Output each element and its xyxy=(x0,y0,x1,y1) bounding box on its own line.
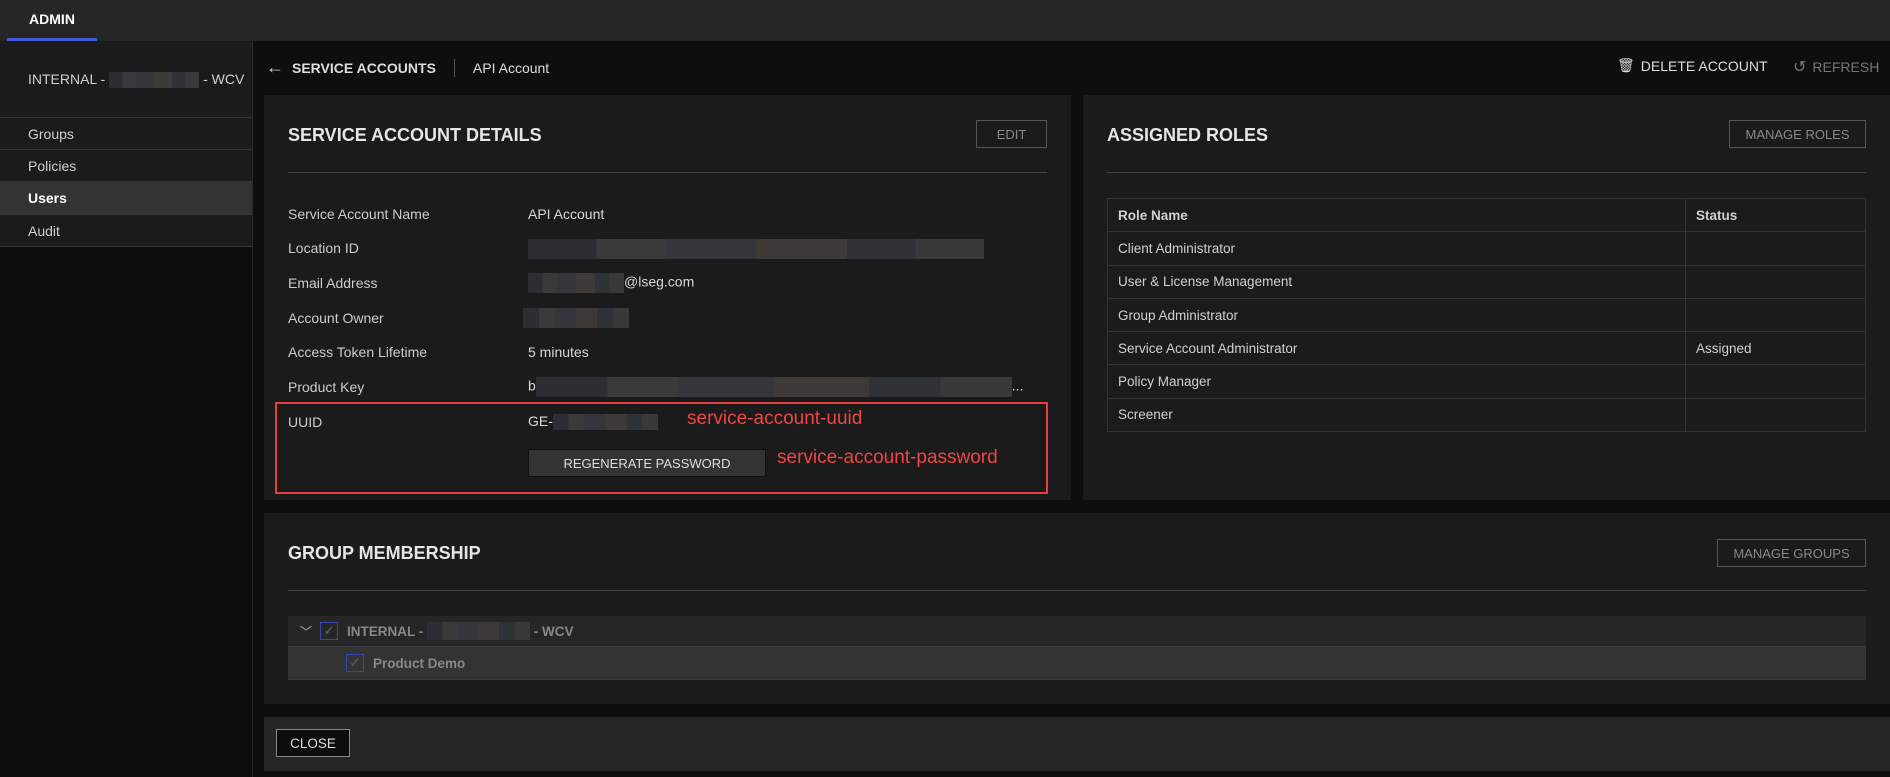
close-button[interactable]: CLOSE xyxy=(276,729,350,757)
label-product-key: Product Key xyxy=(288,379,365,395)
edit-button[interactable]: EDIT xyxy=(976,120,1047,148)
label-location-id: Location ID xyxy=(288,240,359,256)
roles-table: Role Name Status Client Administrator Use… xyxy=(1107,197,1866,433)
role-status xyxy=(1685,297,1866,333)
value-product-key: b... xyxy=(528,377,1023,397)
annotation-uuid: service-account-uuid xyxy=(687,408,863,429)
group-name-prefix: INTERNAL - xyxy=(347,623,424,639)
label-name: Service Account Name xyxy=(288,206,430,222)
group-checkbox[interactable]: ✓ xyxy=(346,654,364,672)
email-domain: @lseg.com xyxy=(624,273,695,290)
roles-title: ASSIGNED ROLES xyxy=(1107,125,1269,145)
col-role-name: Role Name xyxy=(1107,197,1686,233)
role-status xyxy=(1685,264,1866,299)
annotation-password: service-account-password xyxy=(777,447,998,468)
value-name: API Account xyxy=(528,206,605,222)
table-header: Role Name Status xyxy=(1107,197,1866,233)
group-name-suffix: - WCV xyxy=(533,623,574,639)
value-token-lifetime: 5 minutes xyxy=(528,344,589,360)
details-title: SERVICE ACCOUNT DETAILS xyxy=(288,125,542,145)
top-bar: ADMIN xyxy=(0,0,1890,41)
org-suffix: - WCV xyxy=(203,71,245,87)
sidebar-item-users[interactable]: Users xyxy=(0,182,252,215)
product-key-start: b xyxy=(528,377,536,394)
role-status: Assigned xyxy=(1685,331,1866,366)
tab-admin[interactable]: ADMIN xyxy=(7,0,97,41)
label-token-lifetime: Access Token Lifetime xyxy=(288,344,428,360)
manage-roles-button[interactable]: MANAGE ROLES xyxy=(1729,120,1866,148)
group-tree-parent: ﹀ ✓ INTERNAL - - WCV xyxy=(288,616,1866,647)
breadcrumb-service-accounts[interactable]: SERVICE ACCOUNTS xyxy=(292,60,436,76)
redacted-owner xyxy=(523,308,629,328)
label-owner: Account Owner xyxy=(288,310,384,326)
ellipsis: ... xyxy=(1011,377,1024,394)
group-tree-child: ✓ Product Demo xyxy=(288,647,1866,680)
redacted-text xyxy=(427,622,531,640)
table-row: Client Administrator xyxy=(1107,231,1866,266)
role-name: Client Administrator xyxy=(1107,231,1686,266)
table-row: Group Administrator xyxy=(1107,297,1866,333)
redacted-text xyxy=(109,72,200,89)
redacted-location-id xyxy=(528,239,984,259)
delete-account-label: DELETE ACCOUNT xyxy=(1640,57,1768,74)
trash-icon: 🗑 xyxy=(1617,57,1635,73)
table-row: Service Account Administrator Assigned xyxy=(1107,331,1866,366)
assigned-roles-panel: ASSIGNED ROLES MANAGE ROLES Role Name Sta… xyxy=(1083,95,1890,500)
breadcrumb-separator xyxy=(453,58,455,77)
role-status xyxy=(1685,364,1866,399)
breadcrumb: ← SERVICE ACCOUNTS API Account xyxy=(266,57,549,78)
role-status xyxy=(1685,397,1866,433)
role-name: Service Account Administrator xyxy=(1107,331,1686,366)
role-name: Screener xyxy=(1107,397,1686,433)
role-name: User & License Management xyxy=(1107,264,1686,299)
service-account-details-panel: SERVICE ACCOUNT DETAILS EDIT Service Acc… xyxy=(264,95,1071,500)
label-email: Email Address xyxy=(288,275,378,291)
table-row: Screener xyxy=(1107,397,1866,433)
sidebar-item-groups[interactable]: Groups xyxy=(0,118,252,150)
value-email: @lseg.com xyxy=(528,273,694,293)
breadcrumb-current: API Account xyxy=(472,59,550,76)
role-name: Group Administrator xyxy=(1107,297,1686,333)
sidebar-item-policies[interactable]: Policies xyxy=(0,150,252,182)
redacted-text xyxy=(528,273,624,293)
sidebar-item-organization[interactable]: INTERNAL - - WCV xyxy=(0,41,252,118)
manage-groups-button[interactable]: MANAGE GROUPS xyxy=(1717,539,1866,567)
sidebar-item-audit[interactable]: Audit xyxy=(0,215,252,247)
table-row: User & License Management xyxy=(1107,264,1866,299)
delete-account-button[interactable]: 🗑 DELETE ACCOUNT xyxy=(1617,57,1768,74)
refresh-button[interactable]: ↺ REFRESH xyxy=(1793,57,1879,77)
refresh-icon: ↺ xyxy=(1793,59,1807,76)
back-arrow-icon[interactable]: ← xyxy=(266,57,284,78)
col-status: Status xyxy=(1685,197,1866,233)
group-checkbox[interactable]: ✓ xyxy=(320,622,339,640)
groups-title: GROUP MEMBERSHIP xyxy=(288,543,481,563)
child-group-name: Product Demo xyxy=(373,655,466,671)
sidebar: INTERNAL - - WCV Groups Policies Users A… xyxy=(0,41,253,777)
table-row: Policy Manager xyxy=(1107,364,1866,399)
chevron-down-icon[interactable]: ﹀ xyxy=(300,623,312,640)
org-prefix: INTERNAL - xyxy=(28,71,106,87)
redacted-text xyxy=(535,377,1012,397)
role-status xyxy=(1685,231,1866,266)
refresh-label: REFRESH xyxy=(1812,59,1880,75)
footer: CLOSE xyxy=(264,717,1890,771)
role-name: Policy Manager xyxy=(1107,364,1686,399)
group-membership-panel: GROUP MEMBERSHIP MANAGE GROUPS ﹀ ✓ INTER… xyxy=(264,513,1890,704)
